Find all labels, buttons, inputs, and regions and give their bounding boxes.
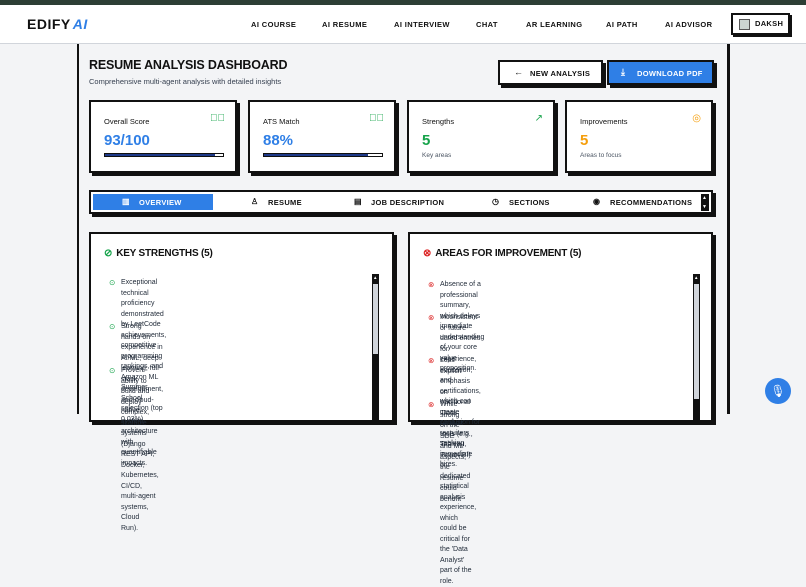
ats-match-value: 88% [263,132,294,149]
scroll-up-icon[interactable]: ▲ [702,195,707,201]
x-circle-icon: ⊗ [428,356,435,365]
nav-ai-path[interactable]: AI PATH [606,20,638,29]
content-left-border [77,44,79,414]
clock-icon: ◷ [492,197,500,206]
check-circle-icon: ⊙ [109,278,116,287]
check-circle-icon: ⊙ [109,366,116,375]
overall-score-card: Overall Score ✓⃝ 93/100 [89,100,237,173]
overall-score-value: 93/100 [104,132,150,149]
scroll-up-icon[interactable]: ▲ [373,275,377,280]
page-subtitle: Comprehensive multi-agent analysis with … [89,77,282,86]
tab-recommendations[interactable]: ◉ RECOMMENDATIONS [593,194,703,210]
brand-logo[interactable]: EDIFY AI [27,16,88,32]
download-icon: ⤓ [621,67,626,77]
tab-overview[interactable]: ▥ OVERVIEW [93,194,213,210]
analysis-tabs: ▥ OVERVIEW ♙ RESUME ▤ JOB DESCRIPTION ◷ … [89,190,713,214]
tab-resume[interactable]: ♙ RESUME [251,194,311,210]
mic-off-button[interactable]: 🎙 [765,378,791,404]
target-icon: ◉ [593,197,601,206]
content-right-border [727,44,730,414]
arrow-left-icon: ← [514,67,524,77]
x-circle-icon: ⊗ [428,400,435,409]
ats-match-card: ATS Match ✓⃝ 88% [248,100,396,173]
scroll-up-icon[interactable]: ▲ [694,275,698,280]
strengths-card: Strengths ↗ 5 Key areas [407,100,555,173]
x-circle-icon: ⊗ [423,248,432,259]
user-profile-button[interactable]: DAKSH [731,13,790,35]
target-icon: ◎ [692,113,701,124]
improvements-card: Improvements ◎ 5 Areas to focus [565,100,713,173]
check-circle-icon: ✓⃝ [210,113,225,124]
scroll-down-icon[interactable]: ▼ [702,204,707,210]
mic-off-icon: 🎙 [770,384,786,398]
user-name: DAKSH [755,19,784,28]
nav-ai-interview[interactable]: AI INTERVIEW [394,20,450,29]
nav-chat[interactable]: CHAT [476,20,498,29]
ats-match-progress [263,153,383,157]
scrollbar-thumb[interactable] [694,284,699,399]
check-circle-icon: ✓⃝ [369,113,384,124]
trending-up-icon: ↗ [534,113,543,124]
tab-job-description[interactable]: ▤ JOB DESCRIPTION [354,194,454,210]
tabs-scrollbar[interactable]: ▲ ▼ [701,194,709,211]
briefcase-icon: ▤ [354,197,362,206]
strengths-scrollbar[interactable]: ▲ [372,274,379,424]
improvements-scrollbar[interactable]: ▲ [693,274,700,424]
strengths-value: 5 [422,132,431,149]
key-strengths-title: ⊘ KEY STRENGTHS (5) [104,248,213,259]
avatar [739,19,750,30]
improvements-value: 5 [580,132,589,149]
check-circle-icon: ⊘ [104,248,113,259]
nav-ai-course[interactable]: AI COURSE [251,20,296,29]
user-icon: ♙ [251,197,259,206]
nav-ai-advisor[interactable]: AI ADVISOR [665,20,712,29]
new-analysis-button[interactable]: ← NEW ANALYSIS [498,60,603,85]
nav-ai-resume[interactable]: AI RESUME [322,20,367,29]
tab-sections[interactable]: ◷ SECTIONS [492,194,554,210]
download-pdf-button[interactable]: ⤓ DOWNLOAD PDF [607,60,714,85]
x-circle-icon: ⊗ [428,313,435,322]
key-strengths-panel: ⊘ KEY STRENGTHS (5) ⊙ Exceptional technic… [89,232,394,532]
x-circle-icon: ⊗ [428,280,435,289]
top-navbar: EDIFY AI AI COURSE AI RESUME AI INTERVIEW… [0,5,806,44]
scrollbar-thumb[interactable] [373,284,378,354]
areas-for-improvement-panel: ⊗ AREAS FOR IMPROVEMENT (5) ⊗ Absence of … [408,232,713,585]
bar-chart-icon: ▥ [122,197,130,206]
improvements-title: ⊗ AREAS FOR IMPROVEMENT (5) [423,248,582,259]
overall-score-progress [104,153,224,157]
page-title: RESUME ANALYSIS DASHBOARD [89,58,288,72]
nav-ar-learning[interactable]: AR LEARNING [526,20,582,29]
check-circle-icon: ⊙ [109,322,116,331]
